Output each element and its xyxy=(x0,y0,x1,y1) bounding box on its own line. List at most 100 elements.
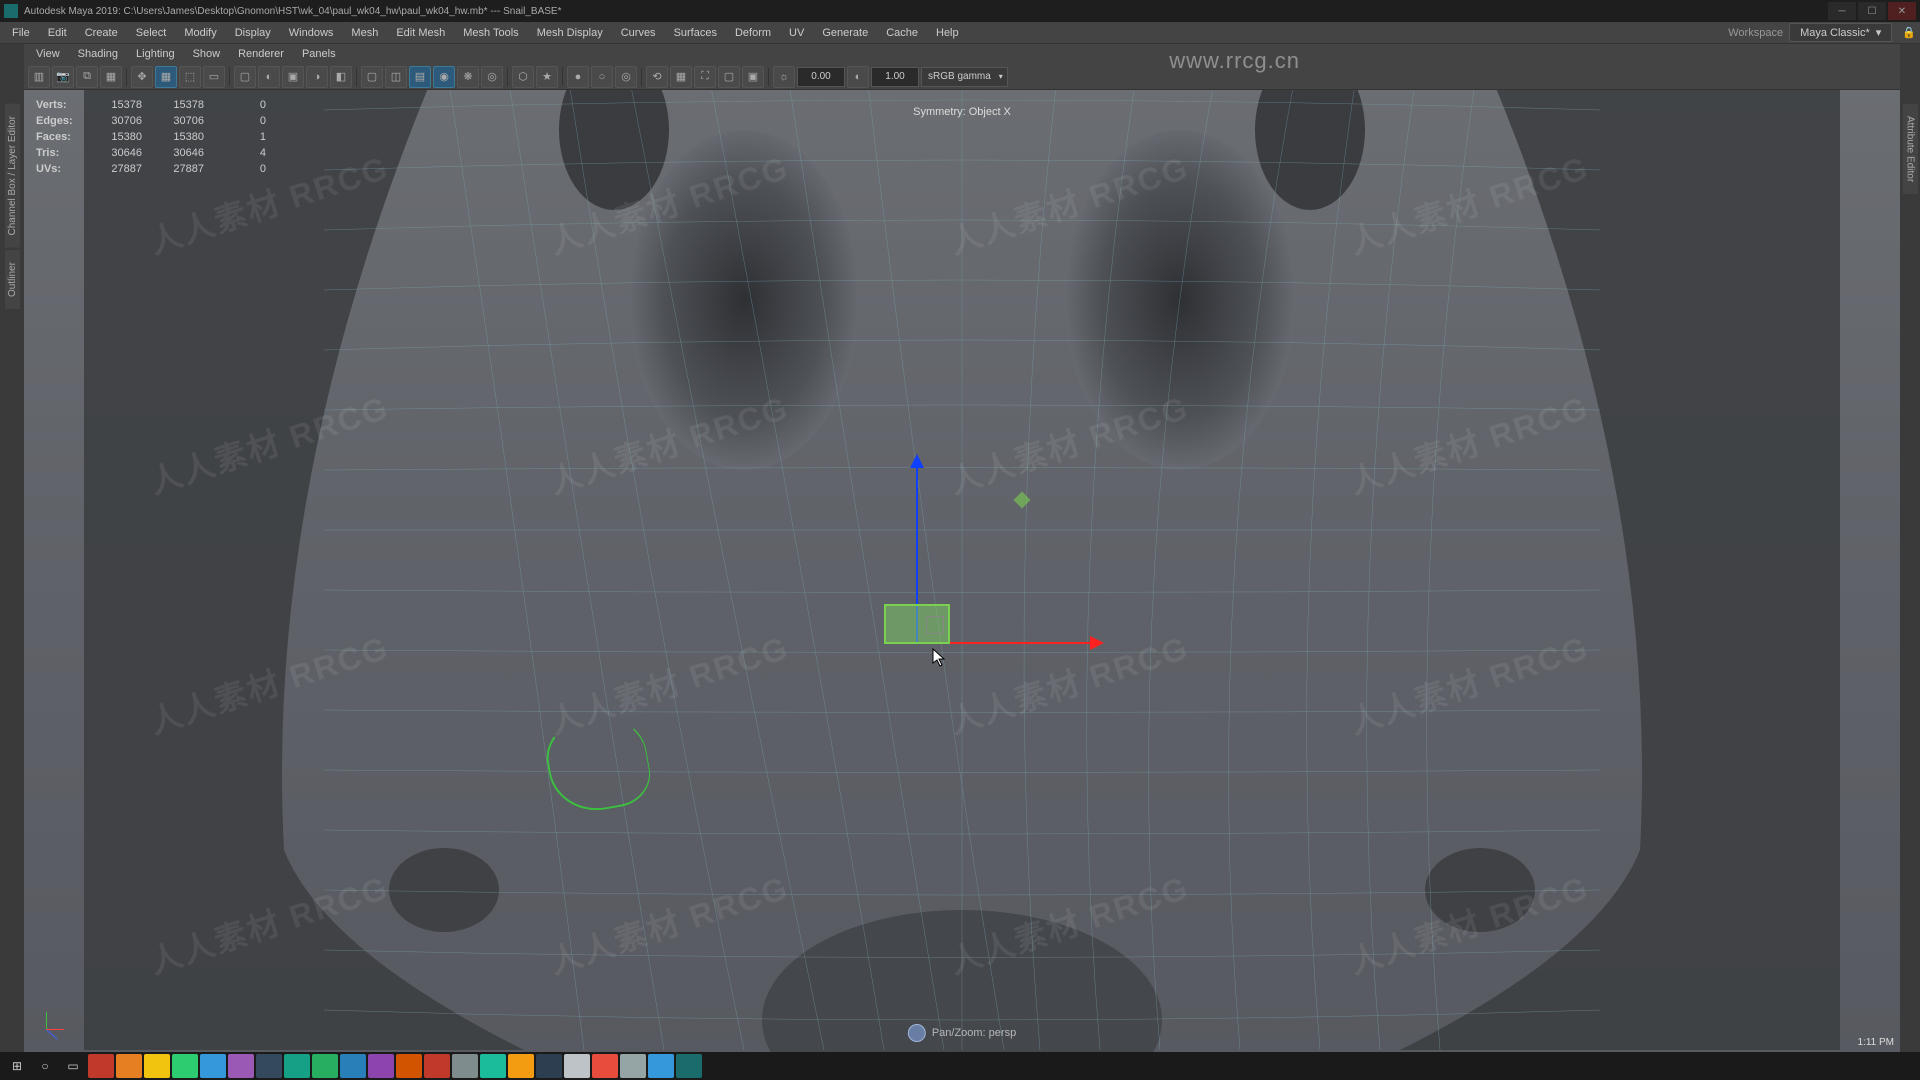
window-minimize-button[interactable]: ─ xyxy=(1828,2,1856,20)
frame-icon[interactable]: ▦ xyxy=(670,66,692,88)
bookmark-icon[interactable]: ⧉ xyxy=(76,66,98,88)
panel-panels[interactable]: Panels xyxy=(294,46,344,62)
exposure-reset-icon[interactable]: ⟲ xyxy=(646,66,668,88)
shadows-icon[interactable]: ◧ xyxy=(330,66,352,88)
menu-surfaces[interactable]: Surfaces xyxy=(666,25,725,41)
color-transform-dropdown[interactable]: sRGB gamma xyxy=(921,67,1008,87)
image-plane-icon[interactable]: ▦ xyxy=(100,66,122,88)
tab-attribute-editor[interactable]: Attribute Editor xyxy=(1903,104,1918,194)
light-use-icon[interactable]: ★ xyxy=(536,66,558,88)
menu-mesh-display[interactable]: Mesh Display xyxy=(529,25,611,41)
isolate-select-icon[interactable]: ▢ xyxy=(361,66,383,88)
taskbar-app-icon[interactable] xyxy=(368,1054,394,1078)
gizmo-x-arrow-icon[interactable] xyxy=(1090,636,1104,650)
menu-file[interactable]: File xyxy=(4,25,38,41)
smooth-preview-icon[interactable]: ◉ xyxy=(433,66,455,88)
gizmo-y-arrow-icon[interactable] xyxy=(910,454,924,468)
mouse-icon xyxy=(908,1024,926,1042)
viewport-persp[interactable]: 人人素材 RRCG 人人素材 RRCG 人人素材 RRCG 人人素材 RRCG … xyxy=(24,90,1900,1052)
windows-taskbar[interactable]: ⊞ ○ ▭ xyxy=(0,1052,1920,1080)
taskbar-app-icon[interactable] xyxy=(536,1054,562,1078)
menu-mesh[interactable]: Mesh xyxy=(343,25,386,41)
xray-icon[interactable]: ◫ xyxy=(385,66,407,88)
ao-icon[interactable]: ◎ xyxy=(481,66,503,88)
fullbox-icon[interactable]: ▣ xyxy=(742,66,764,88)
menu-windows[interactable]: Windows xyxy=(281,25,342,41)
workspace-selector[interactable]: Maya Classic* ▾ xyxy=(1789,23,1892,42)
panel-view[interactable]: View xyxy=(28,46,68,62)
watermark-url: www.rrcg.cn xyxy=(1169,48,1300,74)
tab-channel-box[interactable]: Channel Box / Layer Editor xyxy=(5,104,20,248)
window-maximize-button[interactable]: ☐ xyxy=(1858,2,1886,20)
panel-show[interactable]: Show xyxy=(185,46,229,62)
camera-select-icon[interactable]: ▥ xyxy=(28,66,50,88)
taskbar-app-icon[interactable] xyxy=(88,1054,114,1078)
resolution-gate-icon[interactable]: ⬚ xyxy=(179,66,201,88)
wireframe-icon[interactable]: ▢ xyxy=(234,66,256,88)
tab-outliner[interactable]: Outliner xyxy=(5,250,20,309)
box-icon[interactable]: ▢ xyxy=(718,66,740,88)
exposure-field[interactable] xyxy=(797,67,845,87)
task-view-icon[interactable]: ▭ xyxy=(60,1054,86,1078)
work-area: Channel Box / Layer Editor Outliner Attr… xyxy=(0,44,1920,1052)
smooth-shade-icon[interactable]: ◐ xyxy=(258,66,280,88)
taskbar-app-icon[interactable] xyxy=(620,1054,646,1078)
circle-icon[interactable]: ○ xyxy=(591,66,613,88)
menu-display[interactable]: Display xyxy=(227,25,279,41)
panzoom-icon[interactable]: ✥ xyxy=(131,66,153,88)
wire-on-shaded-icon[interactable]: ▤ xyxy=(409,66,431,88)
search-icon[interactable]: ○ xyxy=(32,1054,58,1078)
textured-icon[interactable]: ▣ xyxy=(282,66,304,88)
target-icon[interactable]: ◎ xyxy=(615,66,637,88)
aa-icon[interactable]: ⬡ xyxy=(512,66,534,88)
gamma-icon[interactable]: ◐ xyxy=(847,66,869,88)
taskbar-app-icon[interactable] xyxy=(564,1054,590,1078)
panel-shading[interactable]: Shading xyxy=(70,46,126,62)
taskbar-app-icon[interactable] xyxy=(396,1054,422,1078)
lights-icon[interactable]: ◑ xyxy=(306,66,328,88)
menu-generate[interactable]: Generate xyxy=(814,25,876,41)
taskbar-app-icon[interactable] xyxy=(172,1054,198,1078)
menu-modify[interactable]: Modify xyxy=(176,25,224,41)
taskbar-app-icon[interactable] xyxy=(284,1054,310,1078)
menu-create[interactable]: Create xyxy=(77,25,126,41)
gizmo-center-box[interactable] xyxy=(926,616,944,634)
motion-blur-icon[interactable]: ❋ xyxy=(457,66,479,88)
lock-icon[interactable]: 🔒 xyxy=(1902,26,1916,39)
taskbar-app-icon[interactable] xyxy=(508,1054,534,1078)
exposure-icon[interactable]: ☼ xyxy=(773,66,795,88)
menu-deform[interactable]: Deform xyxy=(727,25,779,41)
taskbar-app-icon[interactable] xyxy=(256,1054,282,1078)
menu-select[interactable]: Select xyxy=(128,25,175,41)
dot-icon[interactable]: ● xyxy=(567,66,589,88)
taskbar-app-icon[interactable] xyxy=(200,1054,226,1078)
taskbar-app-icon[interactable] xyxy=(312,1054,338,1078)
panel-renderer[interactable]: Renderer xyxy=(230,46,292,62)
gate-mask-icon[interactable]: ▭ xyxy=(203,66,225,88)
menu-help[interactable]: Help xyxy=(928,25,967,41)
expand-icon[interactable]: ⛶ xyxy=(694,66,716,88)
window-close-button[interactable]: ✕ xyxy=(1888,2,1916,20)
menu-edit[interactable]: Edit xyxy=(40,25,75,41)
menu-cache[interactable]: Cache xyxy=(878,25,926,41)
taskbar-app-icon[interactable] xyxy=(592,1054,618,1078)
gamma-field[interactable] xyxy=(871,67,919,87)
taskbar-app-icon[interactable] xyxy=(452,1054,478,1078)
grid-icon[interactable]: ▦ xyxy=(155,66,177,88)
menu-curves[interactable]: Curves xyxy=(613,25,664,41)
taskbar-app-icon[interactable] xyxy=(648,1054,674,1078)
camera-lock-icon[interactable]: 📷 xyxy=(52,66,74,88)
taskbar-app-icon[interactable] xyxy=(340,1054,366,1078)
taskbar-app-icon[interactable] xyxy=(480,1054,506,1078)
taskbar-app-icon[interactable] xyxy=(228,1054,254,1078)
taskbar-app-icon[interactable] xyxy=(116,1054,142,1078)
start-button[interactable]: ⊞ xyxy=(4,1054,30,1078)
panel-lighting[interactable]: Lighting xyxy=(128,46,183,62)
taskbar-app-icon[interactable] xyxy=(676,1054,702,1078)
menu-mesh-tools[interactable]: Mesh Tools xyxy=(455,25,526,41)
taskbar-app-icon[interactable] xyxy=(144,1054,170,1078)
menu-uv[interactable]: UV xyxy=(781,25,812,41)
menu-edit-mesh[interactable]: Edit Mesh xyxy=(388,25,453,41)
timestamp: 1:11 PM xyxy=(1858,1037,1895,1048)
taskbar-app-icon[interactable] xyxy=(424,1054,450,1078)
